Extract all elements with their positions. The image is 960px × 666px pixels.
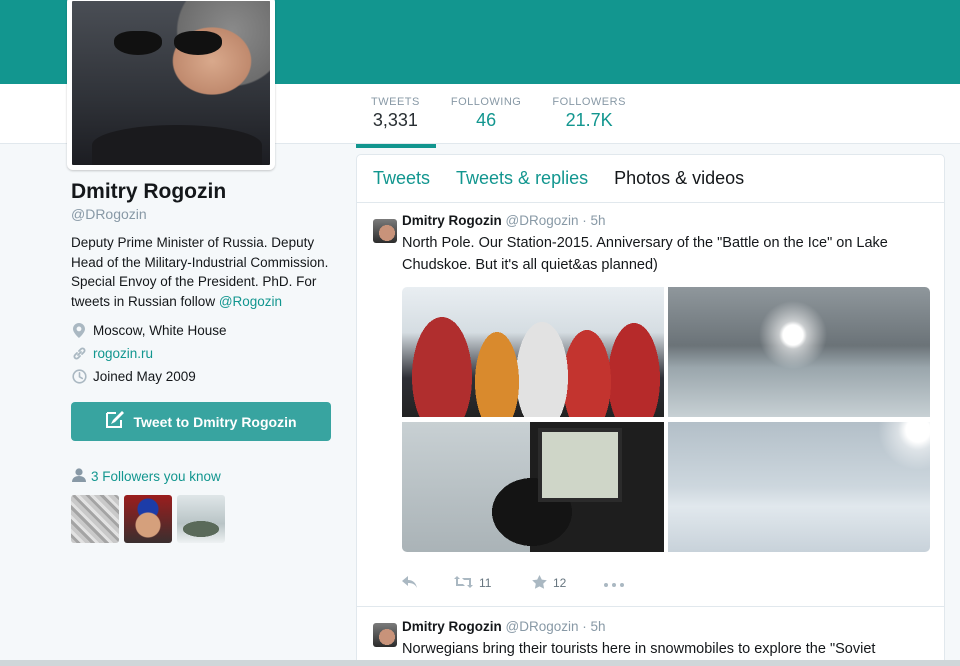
tweet-text: Norwegians bring their tourists here in … — [402, 641, 876, 657]
compose-icon — [105, 411, 125, 432]
follower-avatar[interactable] — [177, 495, 225, 543]
tweet-to-label: Tweet to Dmitry Rogozin — [133, 413, 297, 430]
reply-button[interactable] — [402, 575, 454, 591]
tweet-photo[interactable] — [668, 422, 930, 552]
location-row: Moscow, White House — [71, 319, 333, 342]
stat-label: FOLLOWING — [450, 96, 522, 108]
tweet-dot: · — [582, 619, 587, 634]
stat-value: 3,331 — [372, 110, 418, 130]
retweet-button[interactable]: 11 — [454, 575, 532, 591]
location-text: Moscow, White House — [93, 323, 227, 338]
tweet-photo[interactable] — [402, 287, 664, 417]
followers-you-know[interactable]: 3 Followers you know — [71, 468, 333, 485]
tweet-author-name[interactable]: Dmitry Rogozin — [402, 619, 502, 634]
tweet[interactable]: Dmitry Rogozin @DRogozin · 5h Norwegians… — [357, 606, 944, 660]
tweet-header: Dmitry Rogozin @DRogozin · 5h — [402, 619, 928, 634]
tweet-author-handle[interactable]: @DRogozin — [506, 619, 579, 634]
profile-stats: TWEETS 3,331 FOLLOWING 46 FOLLOWERS 21.7… — [356, 96, 642, 148]
tweet-photo[interactable] — [402, 422, 664, 552]
tab-tweets[interactable]: Tweets — [373, 168, 430, 189]
timeline: Tweets Tweets & replies Photos & videos … — [356, 154, 945, 666]
profile-handle[interactable]: @DRogozin — [71, 206, 333, 222]
stat-tweets[interactable]: TWEETS 3,331 — [356, 96, 436, 148]
stat-label: TWEETS — [371, 96, 420, 108]
profile-avatar[interactable] — [67, 0, 275, 170]
favorite-button[interactable]: 12 — [532, 559, 604, 607]
stat-value: 46 — [476, 110, 497, 130]
profile-sidebar: Dmitry Rogozin @DRogozin Deputy Prime Mi… — [71, 180, 333, 543]
follower-avatar[interactable] — [71, 495, 119, 543]
stat-followers[interactable]: FOLLOWERS 21.7K — [537, 96, 642, 144]
more-button[interactable] — [604, 576, 624, 590]
profile-bio: Deputy Prime Minister of Russia. Deputy … — [71, 233, 333, 311]
retweet-icon — [454, 575, 473, 591]
tweet-media-grid — [402, 287, 930, 552]
bio-text: Deputy Prime Minister of Russia. Deputy … — [71, 235, 329, 309]
more-icon — [604, 576, 624, 590]
follower-avatar[interactable] — [124, 495, 172, 543]
website-link[interactable]: rogozin.ru — [93, 346, 153, 361]
joined-row: Joined May 2009 — [71, 365, 333, 388]
link-icon — [71, 346, 87, 362]
followers-you-know-label: 3 Followers you know — [91, 469, 221, 484]
star-icon — [532, 574, 547, 592]
tweet-author-handle[interactable]: @DRogozin — [506, 213, 579, 228]
tweet-author-name[interactable]: Dmitry Rogozin — [402, 213, 502, 228]
stat-label: FOLLOWERS — [552, 96, 626, 108]
tab-tweets-replies[interactable]: Tweets & replies — [456, 168, 588, 189]
profile-meta: Moscow, White House rogozin.ru Joined Ma… — [71, 319, 333, 388]
stat-following[interactable]: FOLLOWING 46 — [436, 96, 538, 144]
tweet-to-button[interactable]: Tweet to Dmitry Rogozin — [71, 402, 331, 441]
tab-photos-videos[interactable]: Photos & videos — [614, 168, 744, 189]
tweet-photo[interactable] — [668, 287, 930, 417]
tweet[interactable]: Dmitry Rogozin @DRogozin · 5h North Pole… — [357, 203, 944, 598]
joined-text: Joined May 2009 — [93, 369, 196, 384]
followers-avatars — [71, 495, 333, 543]
website-row: rogozin.ru — [71, 342, 333, 365]
tweet-time[interactable]: 5h — [591, 213, 606, 228]
tweet-avatar[interactable] — [373, 219, 397, 243]
taskbar-strip — [0, 660, 960, 666]
tweet-avatar[interactable] — [373, 623, 397, 647]
stat-value: 21.7K — [565, 110, 613, 130]
tweet-dot: · — [582, 213, 587, 228]
tweet-time[interactable]: 5h — [591, 619, 606, 634]
person-icon — [71, 468, 87, 485]
favorite-count: 12 — [553, 576, 567, 590]
tweet-actions: 11 12 — [402, 568, 928, 598]
tweet-header: Dmitry Rogozin @DRogozin · 5h — [402, 213, 928, 228]
timeline-tabs: Tweets Tweets & replies Photos & videos — [357, 155, 944, 203]
bio-link[interactable]: @Rogozin — [219, 294, 282, 309]
clock-icon — [71, 369, 87, 385]
location-pin-icon — [71, 323, 87, 339]
retweet-count: 11 — [479, 576, 492, 590]
profile-name[interactable]: Dmitry Rogozin — [71, 180, 333, 204]
tweet-text: North Pole. Our Station-2015. Anniversar… — [402, 235, 888, 273]
reply-icon — [402, 575, 418, 591]
